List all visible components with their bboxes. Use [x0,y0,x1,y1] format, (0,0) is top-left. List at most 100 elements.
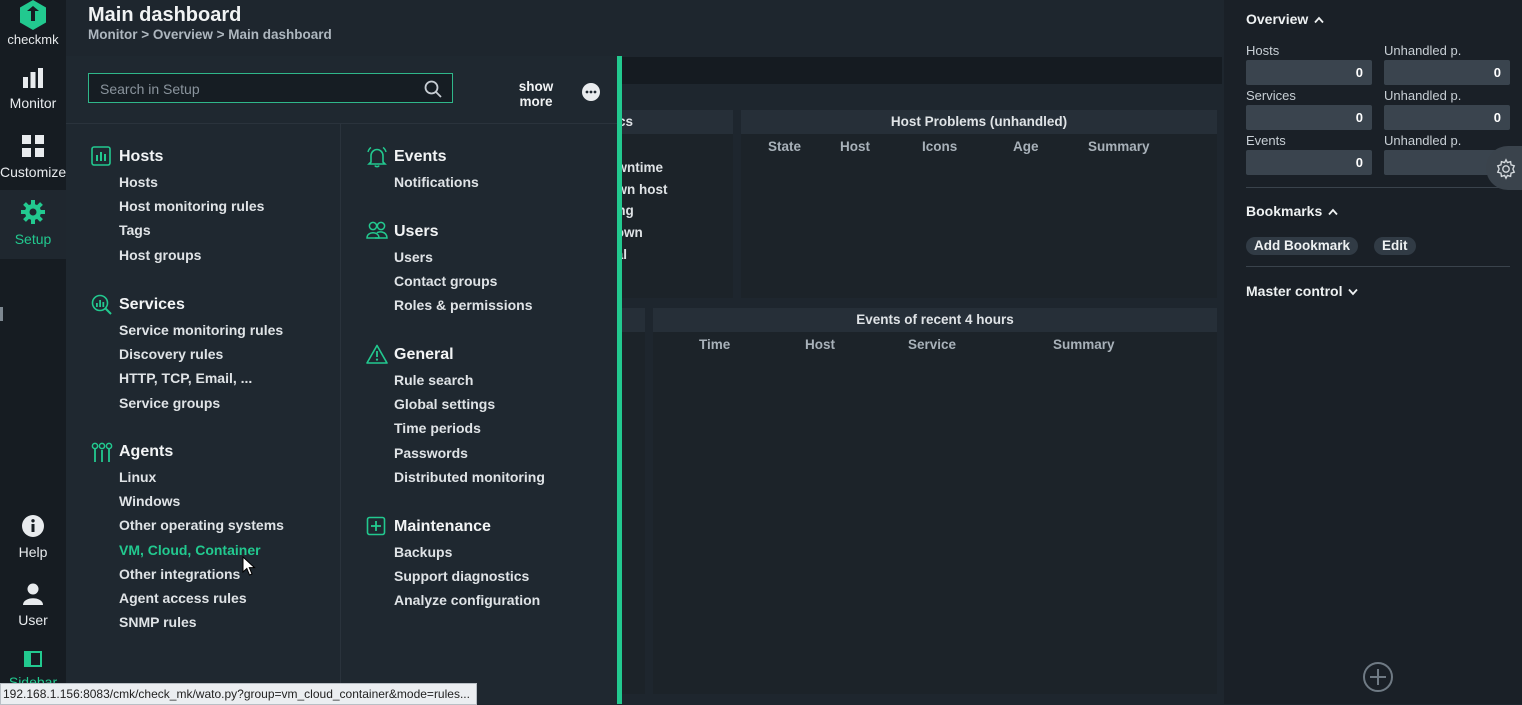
setup-search-box [88,73,453,104]
menu-item-backups[interactable]: Backups [366,540,611,564]
right-sidebar: Overview Hosts Unhandled p. 0 0 Services… [1224,0,1522,704]
master-control-title: Master control [1246,283,1343,299]
column-header-age[interactable]: Age [1013,139,1039,154]
topic-agents: Agents Linux Windows Other operating sys… [91,441,336,634]
topic-users: Users Users Contact groups Roles & permi… [366,221,611,318]
mouse-cursor-icon [242,556,256,576]
menu-item-contact-groups[interactable]: Contact groups [366,269,611,293]
nav-monitor-label: Monitor [9,95,57,111]
column-header-summary[interactable]: Summary [1053,337,1115,352]
topic-services: Services Service monitoring rules Discov… [91,294,336,415]
checkmk-logo[interactable]: checkmk [0,0,66,52]
edit-bookmarks-button[interactable]: Edit [1374,237,1416,255]
menu-item-passwords[interactable]: Passwords [366,441,611,465]
menu-divider [66,123,618,124]
menu-item-service-monitoring-rules[interactable]: Service monitoring rules [91,318,336,342]
menu-item-http-tcp-email[interactable]: HTTP, TCP, Email, ... [91,366,336,390]
overview-hosts-count[interactable]: 0 [1246,60,1372,85]
column-header-service[interactable]: Service [908,337,956,352]
menu-item-distributed-monitoring[interactable]: Distributed monitoring [366,465,611,489]
menu-item-other-operating-systems[interactable]: Other operating systems [91,513,336,537]
add-bookmark-button[interactable]: Add Bookmark [1246,237,1359,255]
menu-item-host-monitoring-rules[interactable]: Host monitoring rules [91,194,336,218]
bookmarks-snapin-header[interactable]: Bookmarks [1246,203,1338,219]
menu-item-support-diagnostics[interactable]: Support diagnostics [366,564,611,588]
menu-item-other-integrations[interactable]: Other integrations [91,562,336,586]
topic-users-title: Users [394,223,439,240]
services-icon [91,294,112,315]
menu-item-global-settings[interactable]: Global settings [366,392,611,416]
gear-icon [21,200,45,224]
menu-item-roles-permissions[interactable]: Roles & permissions [366,293,611,317]
nav-setup[interactable]: Setup [0,190,66,259]
nav-help-label: Help [18,544,48,560]
sidebar-settings-button[interactable] [1486,146,1522,190]
page-header: Main dashboard Monitor > Overview > Main… [66,0,1222,56]
bell-icon [367,146,387,168]
setup-menu: show more Hosts Hosts Host monitoring ru… [66,56,618,704]
overview-services-unhandled-label: Unhandled p. [1384,88,1462,103]
overview-hosts-unhandled-count[interactable]: 0 [1384,60,1510,85]
more-options-icon[interactable] [582,83,600,101]
checkmk-logo-icon [20,0,46,30]
overview-snapin-header[interactable]: Overview [1246,11,1324,27]
show-more-toggle[interactable]: show more [514,79,558,109]
menu-item-service-groups[interactable]: Service groups [91,391,336,415]
nav-help[interactable]: Help [0,515,66,560]
menu-item-host-groups[interactable]: Host groups [91,243,336,267]
column-header-host[interactable]: Host [840,139,870,154]
overview-events-count[interactable]: 0 [1246,150,1372,175]
sidebar-handle[interactable] [0,307,3,321]
column-header-summary[interactable]: Summary [1088,139,1150,154]
menu-item-time-periods[interactable]: Time periods [366,416,611,440]
maintenance-icon [366,516,386,536]
menu-item-windows[interactable]: Windows [91,489,336,513]
menu-item-analyze-configuration[interactable]: Analyze configuration [366,588,611,612]
master-control-snapin-header[interactable]: Master control [1246,283,1359,299]
menu-item-hosts[interactable]: Hosts [91,170,336,194]
topic-hosts-title: Hosts [119,148,164,165]
topic-general-title: General [394,346,454,363]
status-bar-url: 192.168.1.156:8083/cmk/check_mk/wato.py?… [0,683,477,705]
chevron-up-icon [1328,208,1338,216]
bar-chart-icon [23,68,43,88]
topic-services-title: Services [119,296,185,313]
menu-item-discovery-rules[interactable]: Discovery rules [91,342,336,366]
add-snapin-icon[interactable] [1362,661,1394,693]
events-title: Events of recent 4 hours [653,308,1217,332]
overview-services-unhandled-count[interactable]: 0 [1384,105,1510,130]
search-icon[interactable] [424,80,442,98]
column-header-icons[interactable]: Icons [922,139,957,154]
sidebar-icon [24,651,42,667]
host-problems-title: Host Problems (unhandled) [741,110,1217,134]
setup-search-input[interactable] [89,74,422,104]
column-header-time[interactable]: Time [699,337,730,352]
info-icon [22,515,44,537]
menu-item-vm-cloud-container[interactable]: VM, Cloud, Container [91,538,336,562]
column-header-host[interactable]: Host [805,337,835,352]
users-icon [366,221,388,239]
overview-events-unhandled-label: Unhandled p. [1384,133,1462,148]
nav-monitor[interactable]: Monitor [0,68,66,111]
nav-customize[interactable]: Customize [0,135,66,180]
breadcrumb[interactable]: Monitor > Overview > Main dashboard [88,27,332,42]
nav-user[interactable]: User [0,583,66,628]
nav-setup-label: Setup [14,231,52,247]
topic-maintenance: Maintenance Backups Support diagnostics … [366,516,611,613]
menu-item-rule-search[interactable]: Rule search [366,368,611,392]
menu-item-notifications[interactable]: Notifications [366,170,611,194]
brand-name: checkmk [7,32,59,47]
topic-events-title: Events [394,148,447,165]
topic-maintenance-title: Maintenance [394,518,491,535]
menu-item-tags[interactable]: Tags [91,218,336,242]
host-problems-panel: Host Problems (unhandled) State Host Ico… [741,110,1217,298]
column-header-state[interactable]: State [768,139,801,154]
overview-events-label: Events [1246,133,1286,148]
menu-item-agent-access-rules[interactable]: Agent access rules [91,586,336,610]
menu-item-linux[interactable]: Linux [91,465,336,489]
menu-item-users[interactable]: Users [366,245,611,269]
chevron-down-icon [1348,288,1359,296]
overview-services-count[interactable]: 0 [1246,105,1372,130]
menu-item-snmp-rules[interactable]: SNMP rules [91,610,336,634]
nav-customize-label: Customize [0,164,67,180]
